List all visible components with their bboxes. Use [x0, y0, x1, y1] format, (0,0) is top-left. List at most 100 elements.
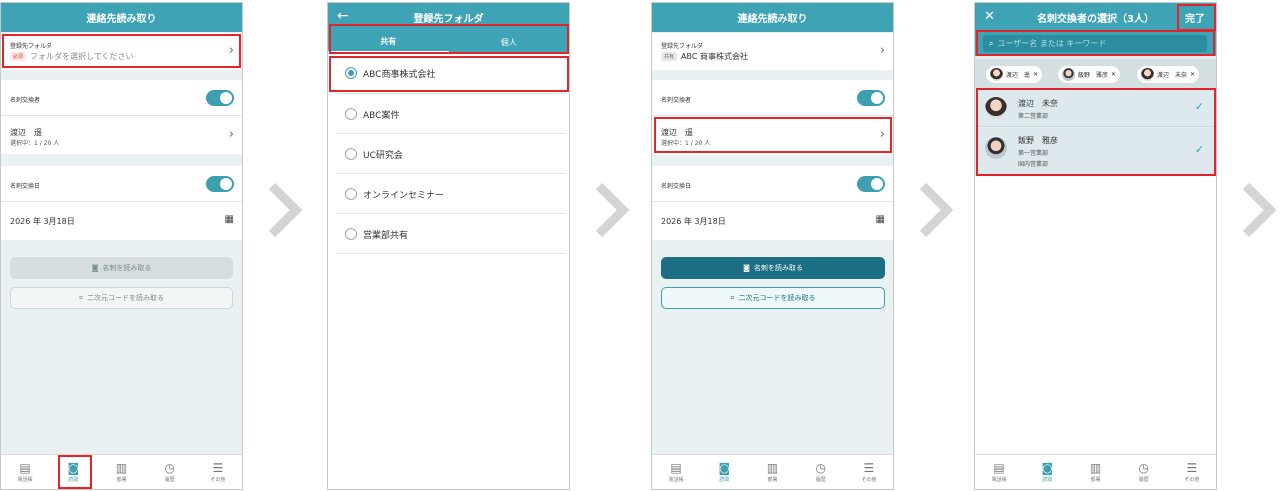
tab-department[interactable]: ▥ 部署: [748, 455, 796, 489]
tab-label: 部署: [767, 476, 778, 483]
date-toggle[interactable]: [206, 176, 234, 192]
tab-history[interactable]: ◷ 履歴: [146, 455, 194, 489]
tab-scan[interactable]: ◙ 読取: [49, 455, 97, 489]
folder-row[interactable]: 登録先フォルダ 必須 フォルダを選択してください ›: [1, 33, 242, 70]
tab-shared[interactable]: 共有: [328, 32, 449, 53]
close-icon[interactable]: ✕: [1190, 71, 1195, 78]
chevron-right-icon: ›: [879, 127, 885, 142]
exchanger-count: 選択中：1 / 20 人: [10, 140, 60, 147]
camera-icon: ◙: [91, 264, 99, 272]
radio[interactable]: [345, 108, 357, 120]
page-title: 名刺交換者の選択（3人）: [1037, 14, 1154, 25]
required-badge: 必須: [10, 52, 27, 61]
close-icon[interactable]: ✕: [984, 9, 995, 24]
scan-card-label: 名刺を読み取る: [753, 264, 803, 272]
scan-card-button[interactable]: ◙ 名刺を読み取る: [661, 257, 885, 279]
exchanger-toggle[interactable]: [206, 90, 234, 106]
user-row[interactable]: 渡辺 未奈 第二営業部 ✓: [975, 89, 1216, 127]
tab-scan[interactable]: ◙ 読取: [1023, 455, 1071, 489]
selected-chip[interactable]: 渡辺 未奈 ✕: [1136, 65, 1201, 84]
tab-label: 読取: [68, 476, 79, 483]
qr-icon: ⌗: [79, 293, 83, 302]
folder-name: 営業部共有: [363, 231, 409, 241]
next-arrow-icon: [268, 182, 303, 238]
check-icon: ✓: [1194, 100, 1204, 113]
folder-option[interactable]: UC研究会: [336, 134, 566, 174]
camera-icon: ◙: [743, 264, 750, 272]
selected-chip[interactable]: 飯野 雅彦 ✕: [1057, 65, 1122, 84]
menu-icon: ☰: [1186, 460, 1198, 475]
radio[interactable]: [345, 148, 357, 160]
scan-card-button[interactable]: ◙ 名刺を読み取る: [10, 257, 233, 279]
tab-department[interactable]: ▥ 部署: [97, 455, 145, 489]
tab-label: 読取: [1042, 476, 1053, 483]
tab-other[interactable]: ☰ その他: [194, 455, 242, 489]
tab-department[interactable]: ▥ 部署: [1071, 455, 1119, 489]
user-department: 第一営業部: [1018, 150, 1049, 157]
search-bar: ⌕ ユーザー名 または キーワード: [975, 32, 1216, 56]
close-icon[interactable]: ✕: [1033, 71, 1038, 78]
folder-option[interactable]: 営業部共有: [336, 214, 566, 254]
folder-option[interactable]: オンラインセミナー: [336, 174, 566, 214]
exchanger-row[interactable]: 渡辺 遥 選択中：1 / 20 人 ›: [652, 116, 893, 154]
calendar-icon[interactable]: ▦: [876, 214, 885, 225]
tab-phonebook[interactable]: ▤ 電話帳: [652, 455, 700, 489]
tab-other[interactable]: ☰ その他: [1168, 455, 1216, 489]
tab-history[interactable]: ◷ 履歴: [1120, 455, 1168, 489]
tab-label: 電話帳: [668, 476, 684, 483]
date-row[interactable]: 2026 年 3月18日 ▦: [1, 202, 242, 240]
done-button[interactable]: 完了: [1178, 7, 1212, 28]
chevron-right-icon: ›: [228, 43, 234, 58]
exchanger-toggle[interactable]: [857, 90, 885, 106]
user-name: 渡辺 未奈: [1018, 99, 1058, 108]
folder-option[interactable]: ABC案件: [336, 94, 566, 134]
search-input[interactable]: ⌕ ユーザー名 または キーワード: [983, 35, 1207, 52]
folder-name: オンラインセミナー: [363, 191, 445, 201]
tab-label: その他: [861, 476, 877, 483]
building-icon: ▥: [766, 460, 779, 475]
next-arrow-icon: [919, 182, 954, 238]
tab-phonebook[interactable]: ▤ 電話帳: [1, 455, 49, 489]
date-row[interactable]: 2026 年 3月18日 ▦: [652, 202, 893, 240]
exchanger-row[interactable]: 渡辺 遥 選択中：1 / 20 人 ›: [1, 116, 242, 154]
tab-bar: ▤ 電話帳 ◙ 読取 ▥ 部署 ◷ 履歴 ☰ その他: [652, 454, 893, 489]
camera-icon: ◙: [718, 460, 731, 475]
folder-placeholder: フォルダを選択してください: [30, 52, 134, 61]
date-toggle[interactable]: [857, 176, 885, 192]
tab-history[interactable]: ◷ 履歴: [797, 455, 845, 489]
exchanger-toggle-row: 名刺交換者: [652, 80, 893, 116]
tab-personal[interactable]: 個人: [449, 32, 570, 53]
building-icon: ▥: [115, 460, 128, 475]
tab-label: 読取: [719, 476, 730, 483]
chip-label: 渡辺 遥: [1006, 72, 1031, 79]
clock-icon: ◷: [164, 460, 175, 475]
tab-scan[interactable]: ◙ 読取: [700, 455, 748, 489]
page-title: 連絡先読み取り: [737, 14, 808, 25]
user-department: 第二営業部: [1018, 113, 1049, 120]
back-arrow-icon[interactable]: ←: [337, 8, 349, 24]
shared-badge: 共有: [661, 52, 678, 61]
selected-chip[interactable]: 渡辺 遥 ✕: [985, 65, 1044, 84]
calendar-icon[interactable]: ▦: [225, 214, 234, 225]
chevron-right-icon: ›: [228, 127, 234, 142]
tab-phonebook[interactable]: ▤ 電話帳: [975, 455, 1023, 489]
scan-qr-button[interactable]: ⌗ 二次元コードを読み取る: [661, 287, 885, 309]
user-row[interactable]: 飯野 雅彦 第一営業部 国内営業部 ✓: [975, 128, 1216, 174]
radio[interactable]: [345, 228, 357, 240]
radio-selected[interactable]: [345, 67, 357, 79]
close-icon[interactable]: ✕: [1111, 71, 1116, 78]
radio[interactable]: [345, 188, 357, 200]
folder-name: ABC商事株式会社: [363, 70, 436, 80]
user-name: 飯野 雅彦: [1018, 136, 1058, 145]
tab-other[interactable]: ☰ その他: [845, 455, 893, 489]
exchanger-label: 名刺交換者: [10, 97, 41, 104]
folder-row[interactable]: 登録先フォルダ 共有 ABC 商事株式会社 ›: [652, 33, 893, 70]
user-department: 国内営業部: [1018, 161, 1049, 168]
header: ← 登録先フォルダ: [328, 3, 569, 32]
header: ✕ 名刺交換者の選択（3人） 完了: [975, 3, 1216, 32]
screen-exchanger-select: ✕ 名刺交換者の選択（3人） 完了 ⌕ ユーザー名 または キーワード 渡辺 遥…: [974, 2, 1217, 490]
folder-option[interactable]: ABC商事株式会社: [336, 54, 566, 94]
folder-value: ABC 商事株式会社: [681, 52, 748, 61]
scan-qr-button[interactable]: ⌗ 二次元コードを読み取る: [10, 287, 233, 309]
avatar: [1062, 68, 1075, 81]
